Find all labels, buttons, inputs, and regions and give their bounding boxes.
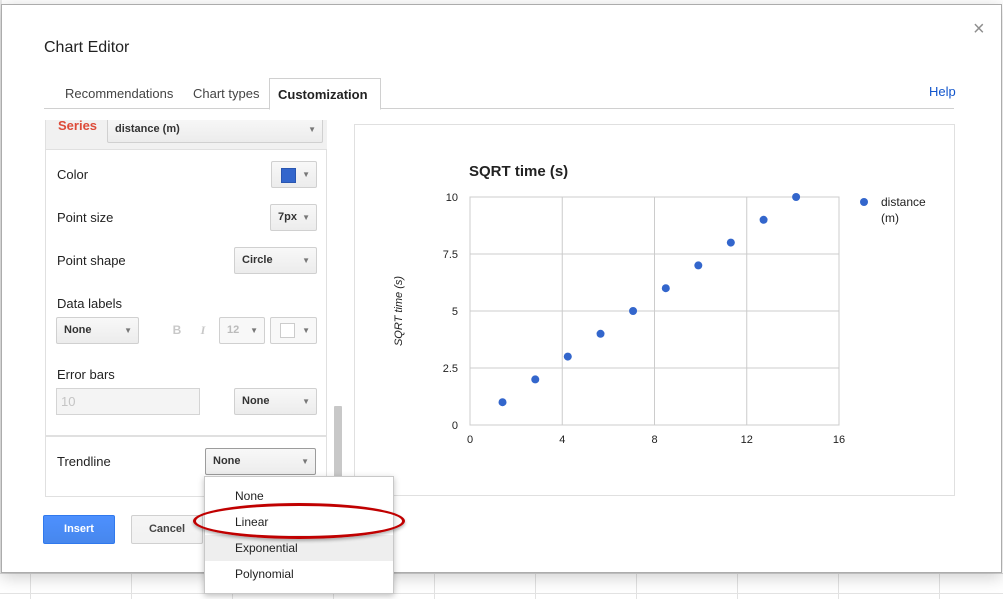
grid-line — [737, 574, 738, 599]
data-labels-label: Data labels — [57, 296, 123, 311]
grid-line — [535, 574, 536, 599]
chevron-down-icon: ▼ — [301, 457, 309, 466]
data-point — [498, 398, 507, 407]
tab-bar: Recommendations Chart types Customizatio… — [44, 78, 954, 110]
y-tick-label: 5 — [452, 306, 458, 318]
trendline-option-polynomial[interactable]: Polynomial — [205, 561, 393, 587]
point-size-select[interactable]: 7px ▼ — [270, 204, 317, 231]
insert-button[interactable]: Insert — [43, 515, 115, 544]
x-tick-label: 8 — [651, 434, 657, 446]
grid-line — [939, 574, 940, 599]
trendline-label: Trendline — [57, 454, 111, 469]
close-icon[interactable]: × — [973, 19, 985, 39]
data-labels-select[interactable]: None ▼ — [56, 317, 139, 344]
panel-scrollbar-thumb[interactable] — [334, 406, 342, 478]
legend-label-line1: distance — [881, 195, 926, 209]
y-tick-label: 2.5 — [443, 363, 458, 375]
data-labels-value: None — [64, 324, 92, 336]
x-tick-label: 16 — [833, 434, 845, 446]
italic-button[interactable]: I — [191, 317, 215, 344]
error-bars-label: Error bars — [57, 367, 115, 382]
tab-recommendations[interactable]: Recommendations — [57, 78, 181, 109]
spreadsheet-grid-background — [0, 573, 1003, 599]
customization-panel: Series distance (m) ▼ Color ▼ Point size… — [45, 120, 328, 497]
series-label: Series — [58, 120, 98, 133]
data-point — [792, 193, 801, 201]
data-point — [759, 215, 768, 224]
legend-label-line2: (m) — [881, 211, 899, 225]
grid-line — [434, 574, 435, 599]
series-select-value: distance (m) — [115, 123, 180, 135]
series-row: Series distance (m) ▼ — [46, 120, 327, 150]
dialog-title: Chart Editor — [44, 39, 130, 56]
grid-line — [131, 574, 132, 599]
y-tick-label: 7.5 — [443, 249, 458, 261]
trendline-value: None — [213, 455, 241, 467]
label-color-button[interactable]: ▼ — [270, 317, 317, 344]
data-point — [694, 261, 703, 270]
error-bars-select[interactable]: None ▼ — [234, 388, 317, 415]
y-tick-label: 0 — [452, 420, 458, 432]
point-size-value: 7px — [278, 211, 297, 223]
grid-line — [838, 574, 839, 599]
font-size-select[interactable]: 12 ▼ — [219, 317, 265, 344]
tab-chart-types[interactable]: Chart types — [185, 78, 267, 109]
chevron-down-icon: ▼ — [302, 397, 310, 406]
point-shape-label: Point shape — [57, 253, 126, 268]
chart-title: SQRT time (s) — [469, 163, 568, 180]
chevron-down-icon: ▼ — [302, 256, 310, 265]
grid-line — [30, 574, 31, 599]
y-tick-label: 10 — [446, 192, 458, 204]
trendline-dropdown-menu: None Linear Exponential Polynomial — [204, 476, 394, 594]
trendline-select[interactable]: None ▼ — [205, 448, 316, 475]
series-settings: Series distance (m) ▼ Color ▼ Point size… — [45, 120, 327, 436]
chevron-down-icon: ▼ — [308, 125, 316, 134]
trendline-option-none[interactable]: None — [205, 483, 393, 509]
trendline-option-exponential[interactable]: Exponential — [205, 535, 393, 561]
point-shape-select[interactable]: Circle ▼ — [234, 247, 317, 274]
grid-line — [0, 593, 1003, 594]
chevron-down-icon: ▼ — [302, 326, 310, 335]
point-size-label: Point size — [57, 210, 114, 225]
legend-marker — [860, 198, 868, 206]
help-link[interactable]: Help — [929, 84, 956, 99]
x-tick-label: 0 — [467, 434, 473, 446]
data-point — [596, 329, 605, 338]
data-point — [531, 375, 540, 384]
chevron-down-icon: ▼ — [250, 326, 258, 335]
cancel-button[interactable]: Cancel — [131, 515, 203, 544]
color-label: Color — [57, 167, 89, 182]
color-picker-button[interactable]: ▼ — [271, 161, 317, 188]
font-size-value: 12 — [227, 324, 240, 336]
data-point — [563, 352, 572, 361]
trendline-option-linear[interactable]: Linear — [205, 509, 393, 535]
y-axis-label: SQRT time (s) — [393, 276, 405, 346]
chevron-down-icon: ▼ — [302, 213, 310, 222]
chevron-down-icon: ▼ — [302, 170, 310, 179]
label-color-swatch — [280, 322, 295, 338]
error-bars-value: None — [242, 395, 270, 407]
data-point — [726, 238, 735, 247]
series-select[interactable]: distance (m) ▼ — [107, 120, 323, 143]
tab-customization[interactable]: Customization — [269, 78, 381, 110]
color-swatch — [281, 168, 296, 183]
error-bars-input[interactable]: 10 — [56, 388, 200, 415]
data-point — [629, 307, 638, 315]
data-point — [661, 284, 670, 293]
legend-label: distance (m) — [881, 195, 929, 225]
x-tick-label: 12 — [741, 434, 753, 446]
chevron-down-icon: ▼ — [124, 326, 132, 335]
chart-preview: 0 4 8 12 16 0 2.5 5 7.5 10 SQRT time (s) SQRT tim… — [354, 124, 955, 496]
point-shape-value: Circle — [242, 254, 273, 266]
bold-button[interactable]: B — [165, 317, 189, 344]
x-tick-label: 4 — [559, 434, 565, 446]
grid-line — [636, 574, 637, 599]
scatter-chart: 0 4 8 12 16 0 2.5 5 7.5 10 SQRT time (s) SQRT tim… — [393, 163, 929, 446]
